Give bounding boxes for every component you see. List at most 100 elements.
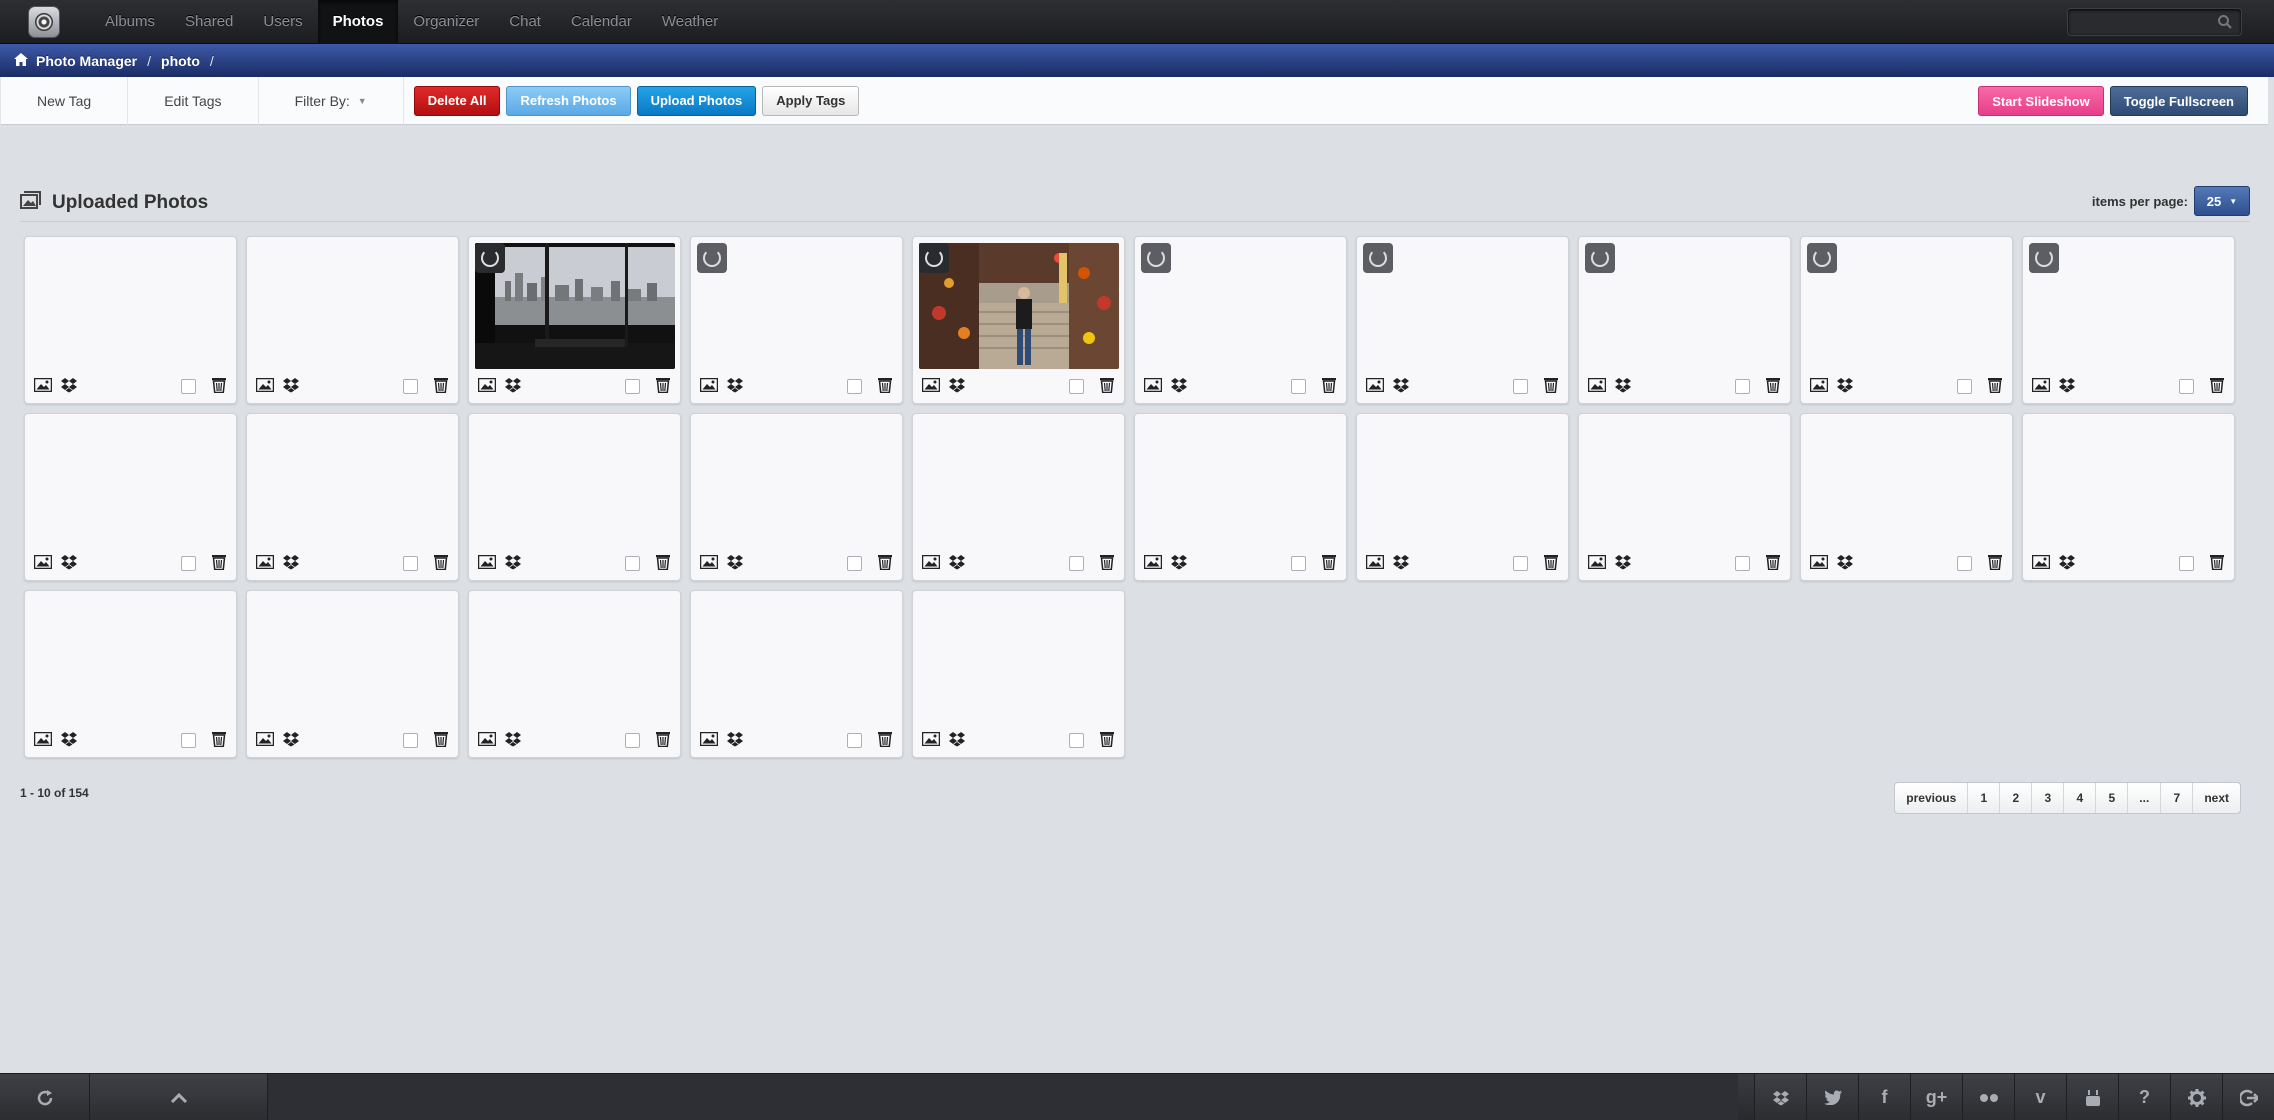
select-checkbox[interactable] [2179, 379, 2194, 394]
page-1[interactable]: 1 [1967, 783, 1999, 813]
dropbox-icon[interactable] [727, 554, 743, 575]
select-checkbox[interactable] [181, 733, 196, 748]
dropbox-icon[interactable] [727, 377, 743, 398]
photo-card[interactable] [1356, 236, 1569, 404]
dropbox-icon[interactable] [61, 377, 77, 398]
photo-card[interactable] [2022, 413, 2235, 581]
photo-card[interactable] [912, 590, 1125, 758]
photo-card[interactable] [24, 590, 237, 758]
image-icon[interactable] [255, 731, 275, 751]
trash-icon[interactable] [1544, 377, 1558, 398]
photo-card[interactable] [1134, 413, 1347, 581]
trash-icon[interactable] [1766, 554, 1780, 575]
dropbox-icon[interactable] [949, 731, 965, 752]
dropbox-icon[interactable] [1754, 1074, 1806, 1120]
photo-card[interactable] [24, 236, 237, 404]
select-checkbox[interactable] [1735, 556, 1750, 571]
select-checkbox[interactable] [403, 379, 418, 394]
photo-card[interactable] [468, 413, 681, 581]
image-icon[interactable] [1809, 377, 1829, 397]
image-icon[interactable] [33, 377, 53, 397]
trash-icon[interactable] [212, 377, 226, 398]
toggle-fullscreen-button[interactable]: Toggle Fullscreen [2109, 86, 2248, 116]
dropbox-icon[interactable] [1171, 377, 1187, 398]
image-icon[interactable] [477, 731, 497, 751]
nav-shared[interactable]: Shared [170, 0, 248, 44]
apply-tags-button[interactable]: Apply Tags [762, 85, 860, 116]
photo-card[interactable] [1578, 413, 1791, 581]
select-checkbox[interactable] [1069, 379, 1084, 394]
dropbox-icon[interactable] [1837, 554, 1853, 575]
trash-icon[interactable] [1100, 554, 1114, 575]
photo-card[interactable] [246, 236, 459, 404]
image-icon[interactable] [255, 377, 275, 397]
edit-tags-link[interactable]: Edit Tags [128, 76, 259, 125]
image-icon[interactable] [1809, 554, 1829, 574]
page-5[interactable]: 5 [2095, 783, 2127, 813]
facebook-icon[interactable]: f [1858, 1074, 1910, 1120]
start-slideshow-button[interactable]: Start Slideshow [1978, 86, 2104, 116]
select-checkbox[interactable] [1291, 379, 1306, 394]
photo-card[interactable] [246, 590, 459, 758]
photo-card[interactable] [24, 413, 237, 581]
select-checkbox[interactable] [625, 556, 640, 571]
dropbox-icon[interactable] [949, 377, 965, 398]
trash-icon[interactable] [656, 731, 670, 752]
page-3[interactable]: 3 [2031, 783, 2063, 813]
image-icon[interactable] [2031, 377, 2051, 397]
photo-card[interactable] [468, 590, 681, 758]
dropbox-icon[interactable] [283, 731, 299, 752]
dropbox-icon[interactable] [1171, 554, 1187, 575]
dropbox-icon[interactable] [505, 554, 521, 575]
dropbox-icon[interactable] [505, 377, 521, 398]
image-icon[interactable] [921, 731, 941, 751]
nav-calendar[interactable]: Calendar [556, 0, 647, 44]
dropbox-icon[interactable] [727, 731, 743, 752]
select-checkbox[interactable] [403, 556, 418, 571]
trash-icon[interactable] [878, 554, 892, 575]
trash-icon[interactable] [656, 377, 670, 398]
photo-card[interactable] [2022, 236, 2235, 404]
trash-icon[interactable] [1100, 731, 1114, 752]
dropbox-icon[interactable] [1393, 377, 1409, 398]
image-icon[interactable] [33, 731, 53, 751]
select-checkbox[interactable] [181, 556, 196, 571]
photo-card[interactable] [690, 413, 903, 581]
image-icon[interactable] [1143, 377, 1163, 397]
photo-card[interactable] [1356, 413, 1569, 581]
select-checkbox[interactable] [1957, 556, 1972, 571]
trash-icon[interactable] [1100, 377, 1114, 398]
image-icon[interactable] [1587, 377, 1607, 397]
dropbox-icon[interactable] [283, 377, 299, 398]
delete-all-button[interactable]: Delete All [413, 85, 501, 116]
image-icon[interactable] [477, 377, 497, 397]
dropbox-icon[interactable] [61, 731, 77, 752]
nav-users[interactable]: Users [248, 0, 317, 44]
select-checkbox[interactable] [2179, 556, 2194, 571]
flickr-icon[interactable] [1962, 1074, 2014, 1120]
page-2[interactable]: 2 [1999, 783, 2031, 813]
dropbox-icon[interactable] [2059, 554, 2075, 575]
photo-card[interactable] [468, 236, 681, 404]
page-4[interactable]: 4 [2063, 783, 2095, 813]
breadcrumb-root[interactable]: Photo Manager [36, 53, 137, 69]
image-icon[interactable] [921, 554, 941, 574]
photo-card[interactable] [912, 236, 1125, 404]
dropbox-icon[interactable] [1615, 554, 1631, 575]
image-icon[interactable] [1143, 554, 1163, 574]
image-icon[interactable] [921, 377, 941, 397]
trash-icon[interactable] [1322, 377, 1336, 398]
dropbox-icon[interactable] [1393, 554, 1409, 575]
help-icon[interactable]: ? [2118, 1074, 2170, 1120]
trash-icon[interactable] [878, 377, 892, 398]
image-icon[interactable] [1365, 377, 1385, 397]
dropbox-icon[interactable] [61, 554, 77, 575]
trash-icon[interactable] [2210, 554, 2224, 575]
twitter-icon[interactable] [1806, 1074, 1858, 1120]
trash-icon[interactable] [212, 731, 226, 752]
nav-chat[interactable]: Chat [494, 0, 556, 44]
select-checkbox[interactable] [625, 733, 640, 748]
vimeo-icon[interactable]: v [2014, 1074, 2066, 1120]
new-tag-link[interactable]: New Tag [0, 76, 129, 125]
trash-icon[interactable] [1988, 377, 2002, 398]
